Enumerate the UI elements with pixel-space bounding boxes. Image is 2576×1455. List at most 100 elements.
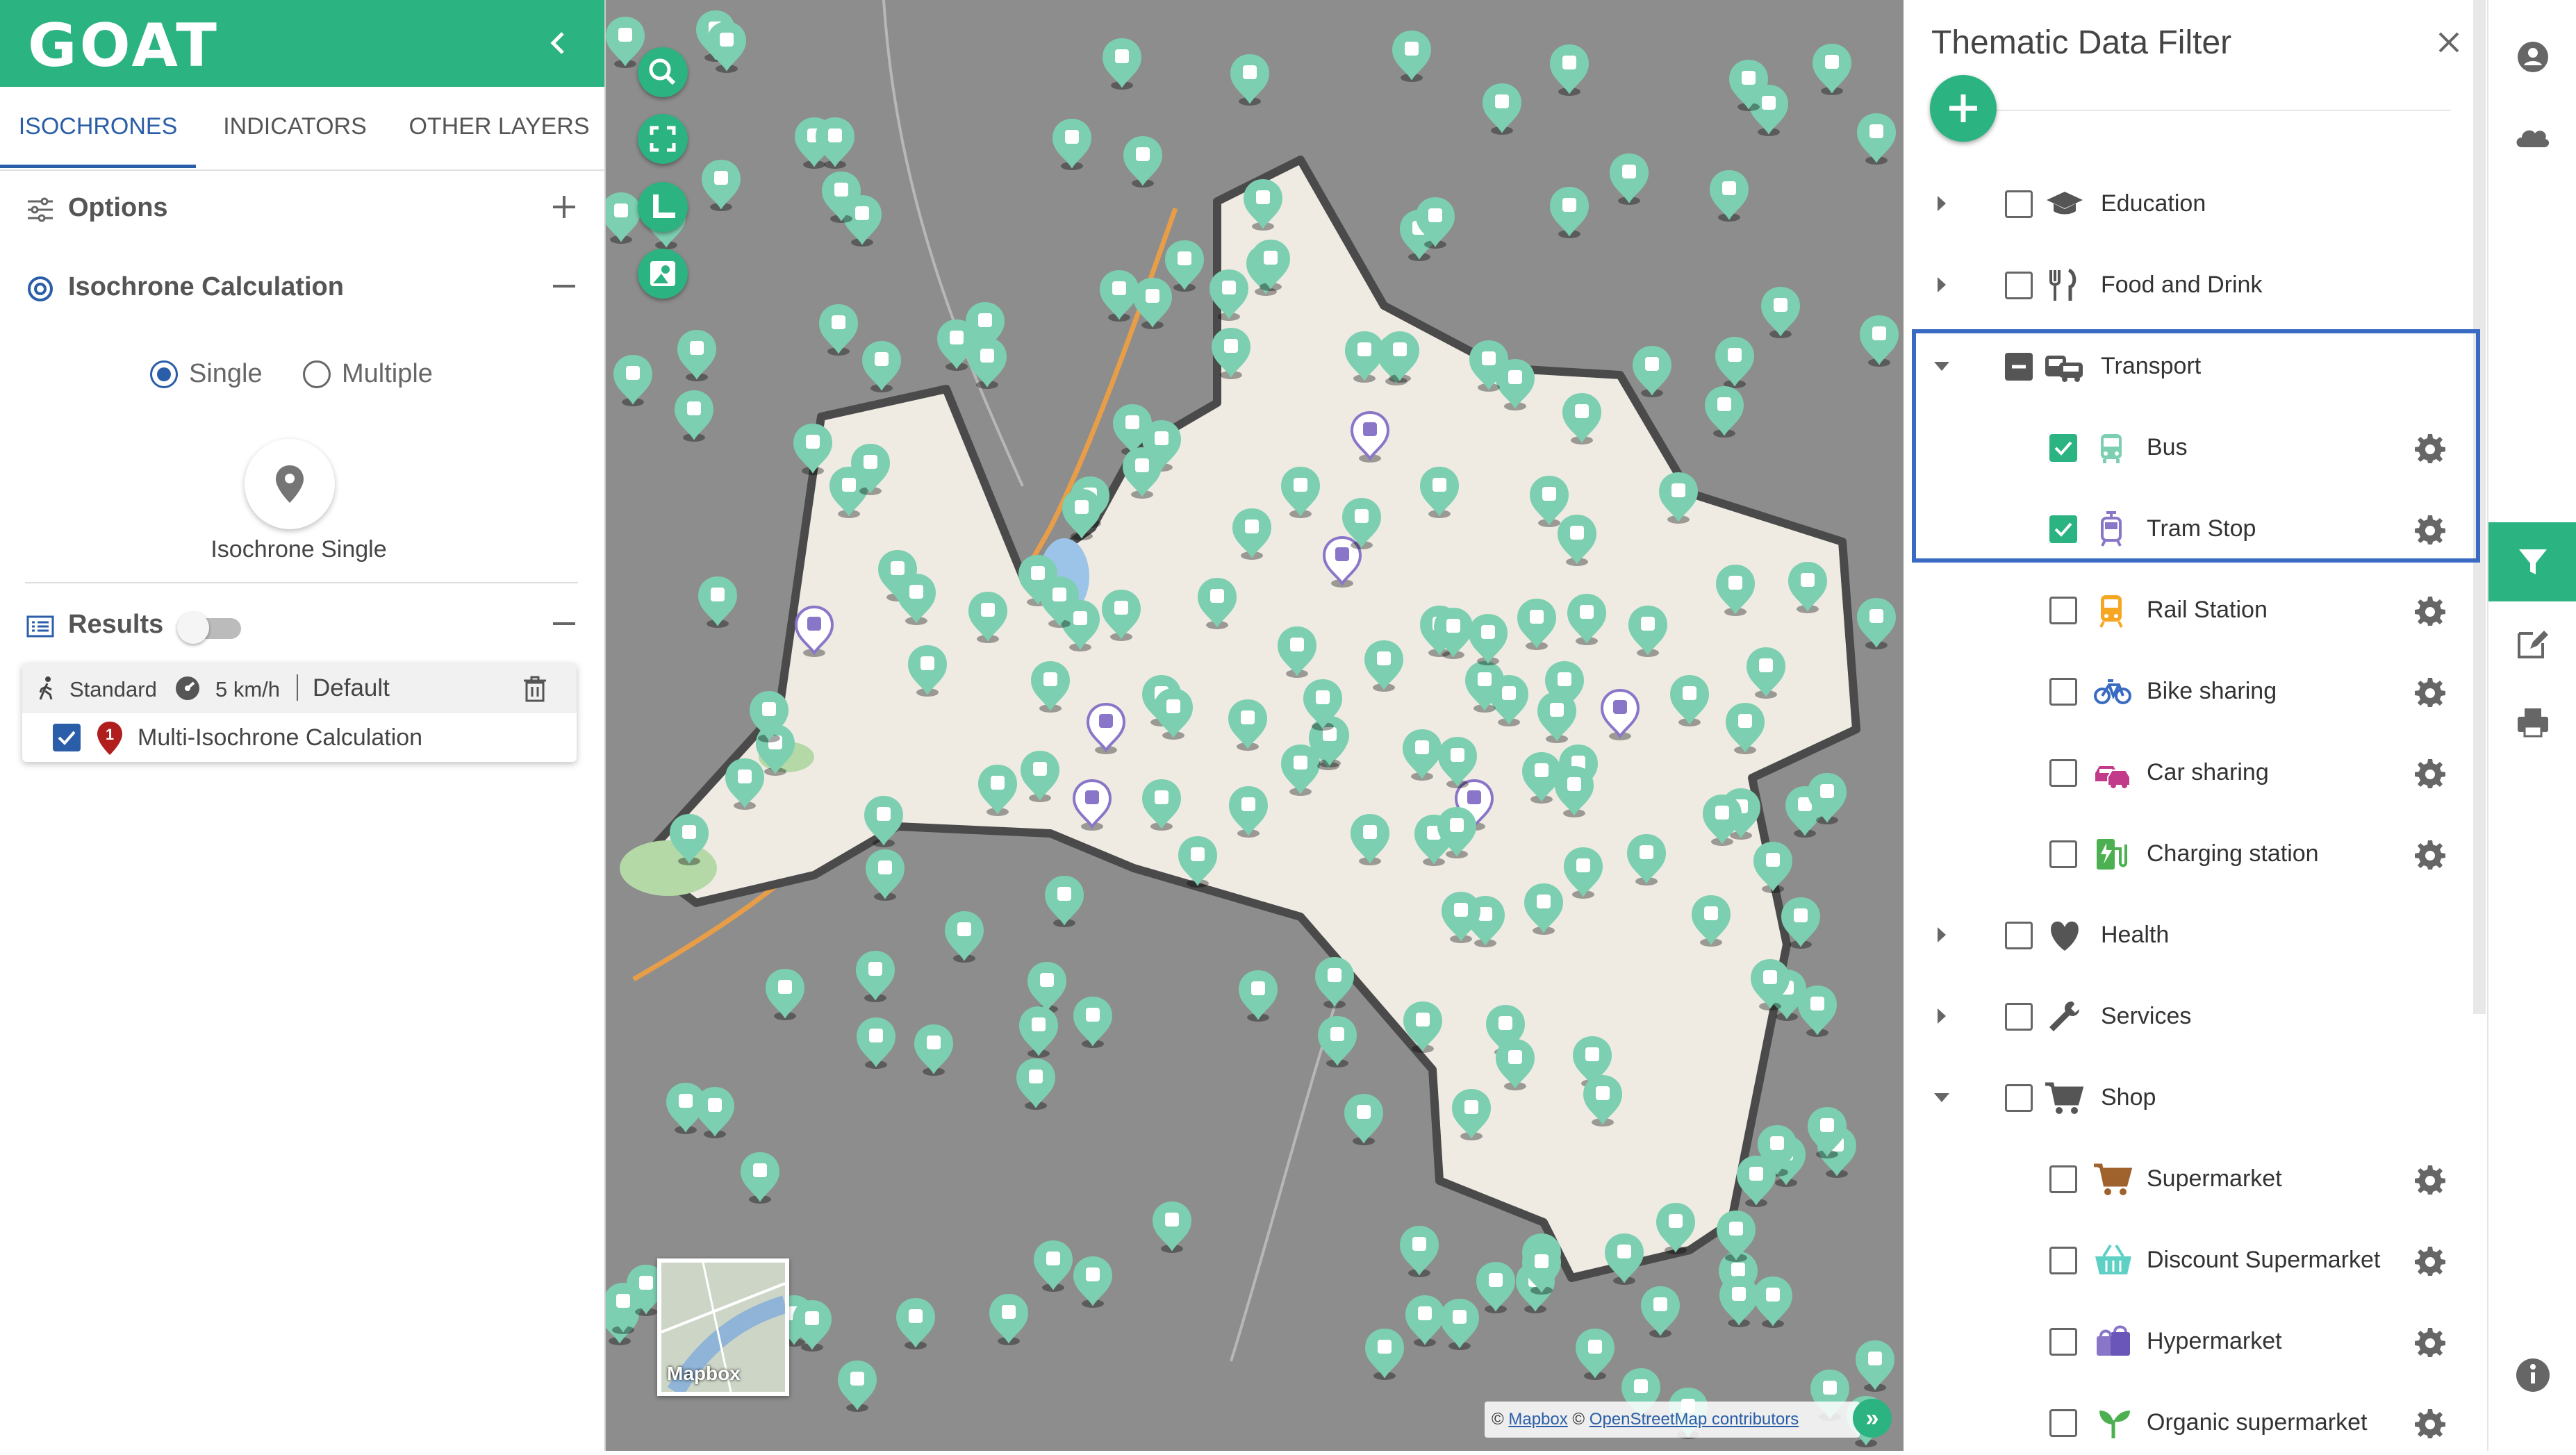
checkbox-car-sharing[interactable] [2049, 759, 2077, 787]
checkbox-transport[interactable] [2005, 353, 2033, 381]
close-filter-button[interactable] [2431, 25, 2466, 60]
filter-panel-title: Thematic Data Filter [1931, 24, 2232, 61]
result-card-header: Standard 5 km/h Default [22, 663, 577, 713]
result-checkbox[interactable] [53, 724, 81, 751]
checkbox-shop[interactable] [2005, 1084, 2033, 1112]
map-view[interactable]: Mapbox © Mapbox © OpenStreetMap contribu… [606, 0, 1904, 1451]
filter-label-discount-supermarket: Discount Supermarket [2147, 1247, 2381, 1273]
map-fullscreen-button[interactable] [638, 114, 688, 164]
checkbox-bike-sharing[interactable] [2049, 678, 2077, 706]
caret-right-icon[interactable] [1931, 1006, 1952, 1026]
checkbox-discount-supermarket[interactable] [2049, 1247, 2077, 1274]
checkbox-charging-station[interactable] [2049, 840, 2077, 868]
results-label: Results [68, 610, 164, 639]
edit-button[interactable] [2509, 620, 2557, 667]
results-section[interactable]: Results [25, 600, 581, 649]
print-button[interactable] [2509, 699, 2557, 746]
filter-row-food-and-drink[interactable]: Food and Drink [1931, 255, 2459, 317]
add-filter-button[interactable] [1930, 75, 1997, 142]
filter-row-services[interactable]: Services [1931, 986, 2459, 1049]
gear-icon[interactable] [2414, 756, 2446, 788]
gear-icon[interactable] [2414, 1325, 2446, 1357]
checkbox-health[interactable] [2005, 922, 2033, 949]
charging-station-icon [2097, 839, 2127, 870]
filter-row-charging-station[interactable]: Charging station [1931, 824, 2459, 886]
gear-icon[interactable] [2414, 1244, 2446, 1276]
account-button[interactable] [2509, 33, 2557, 81]
trash-icon[interactable] [521, 674, 549, 704]
map-measure-button[interactable] [638, 182, 688, 232]
tab-isochrones[interactable]: ISOCHRONES [0, 97, 196, 168]
gear-icon[interactable] [2414, 431, 2446, 463]
gear-icon[interactable] [2414, 513, 2446, 544]
filter-row-tram-stop[interactable]: Tram Stop [1931, 499, 2459, 561]
gear-icon[interactable] [2414, 1163, 2446, 1195]
map-search-button[interactable] [638, 47, 688, 97]
filter-label-bike-sharing: Bike sharing [2147, 678, 2277, 704]
filter-row-bus[interactable]: Bus [1931, 417, 2459, 480]
shopping-cart-icon [2094, 1163, 2133, 1195]
divider [1930, 110, 2451, 111]
tab-other-layers[interactable]: OTHER LAYERS [394, 97, 604, 168]
checkbox-hypermarket[interactable] [2049, 1328, 2077, 1356]
filter-row-organic-supermarket[interactable]: Organic supermarket [1931, 1392, 2459, 1455]
checkbox-food-and-drink[interactable] [2005, 272, 2033, 299]
basemap-switcher[interactable]: Mapbox [657, 1258, 789, 1396]
isochrone-calculation-section[interactable]: Isochrone Calculation [25, 263, 581, 311]
caret-down-icon[interactable] [1931, 356, 1952, 376]
sliders-icon [28, 197, 53, 222]
caret-right-icon[interactable] [1931, 274, 1952, 295]
map-draw-button[interactable] [638, 249, 688, 299]
filter-row-bike-sharing[interactable]: Bike sharing [1931, 661, 2459, 724]
collapse-panel-button[interactable] [542, 26, 575, 60]
radio-multiple[interactable]: Multiple [303, 358, 470, 395]
graduation-cap-icon [2047, 192, 2083, 215]
caret-right-icon[interactable] [1931, 193, 1952, 214]
filter-rail-button[interactable] [2488, 522, 2576, 601]
filter-row-car-sharing[interactable]: Car sharing [1931, 742, 2459, 805]
results-toggle-switch[interactable] [177, 610, 244, 644]
checkbox-services[interactable] [2005, 1003, 2033, 1031]
filter-row-discount-supermarket[interactable]: Discount Supermarket [1931, 1230, 2459, 1292]
checkbox-supermarket[interactable] [2049, 1165, 2077, 1193]
gear-icon[interactable] [2414, 594, 2446, 626]
filter-row-supermarket[interactable]: Supermarket [1931, 1149, 2459, 1211]
options-section[interactable]: Options [25, 183, 581, 232]
plus-icon[interactable] [547, 190, 581, 224]
separator [297, 674, 298, 701]
gear-icon[interactable] [2414, 1406, 2446, 1438]
radio-single-label: Single [189, 359, 263, 388]
checkbox-tram-stop[interactable] [2049, 515, 2077, 543]
filter-row-health[interactable]: Health [1931, 905, 2459, 967]
isochrone-single-button[interactable] [245, 439, 335, 529]
checkbox-organic-supermarket[interactable] [2049, 1409, 2077, 1437]
checkbox-rail-station[interactable] [2049, 597, 2077, 624]
filter-row-transport[interactable]: Transport [1931, 336, 2459, 399]
cloud-button[interactable] [2509, 114, 2557, 161]
scrollbar[interactable] [2473, 0, 2486, 1014]
gear-icon[interactable] [2414, 838, 2446, 870]
checkbox-education[interactable] [2005, 190, 2033, 218]
minus-icon[interactable] [547, 607, 581, 640]
speed-label: 5 km/h [215, 677, 281, 701]
filter-row-hypermarket[interactable]: Hypermarket [1931, 1311, 2459, 1374]
gear-icon[interactable] [2414, 675, 2446, 707]
toggle-knob [177, 612, 209, 644]
checkbox-bus[interactable] [2049, 434, 2077, 462]
filter-row-rail-station[interactable]: Rail Station [1931, 580, 2459, 642]
radio-single[interactable]: Single [150, 358, 289, 395]
info-button[interactable] [2509, 1352, 2557, 1399]
minus-icon[interactable] [547, 269, 581, 303]
attribution-toggle-button[interactable]: » [1853, 1399, 1892, 1438]
close-icon [2438, 32, 2459, 53]
user-circle-icon [2518, 42, 2548, 72]
tab-indicators[interactable]: INDICATORS [196, 97, 394, 168]
caret-down-icon[interactable] [1931, 1087, 1952, 1108]
filter-row-education[interactable]: Education [1931, 174, 2459, 236]
map-draw-icon [650, 261, 675, 286]
caret-right-icon[interactable] [1931, 924, 1952, 945]
mapbox-link[interactable]: Mapbox [1508, 1410, 1567, 1429]
filter-row-shop[interactable]: Shop [1931, 1067, 2459, 1130]
heart-icon [2051, 921, 2079, 951]
osm-link[interactable]: OpenStreetMap contributors [1590, 1410, 1799, 1429]
